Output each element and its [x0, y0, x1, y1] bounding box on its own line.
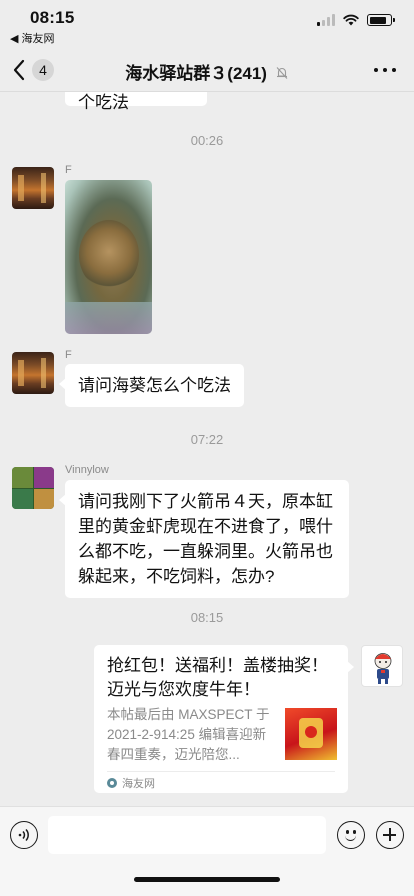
signal-icon: [317, 14, 335, 26]
message-bubble-partial[interactable]: 请问海葵怎么个吃法: [65, 92, 207, 112]
link-card-description: 本帖最后由 MAXSPECT 于 2021-2-914:25 编辑喜迎新春四重奏…: [107, 707, 270, 762]
chat-header: 4 海水驿站群３(241): [0, 48, 414, 92]
link-card-message[interactable]: 抢红包！送福利！盖楼抽奖！迈光与您欢度牛年！ 本帖最后由 MAXSPECT 于 …: [94, 645, 354, 793]
plus-icon[interactable]: [376, 821, 404, 849]
message-bubble[interactable]: 请问我刚下了火箭吊４天，原本缸里的黄金虾虎现在不进食了，喂什么都不吃，一直躲洞里…: [59, 480, 349, 598]
chat-title: 海水驿站群３(241): [125, 64, 267, 83]
avatar-f[interactable]: [12, 352, 54, 394]
status-icons: [317, 14, 395, 26]
link-card-source: 海友网: [107, 775, 155, 791]
photo-icon: [79, 220, 139, 290]
home-indicator[interactable]: [134, 877, 280, 882]
back-to-app-link[interactable]: ◀ 海友网: [10, 30, 55, 46]
timestamp: 00:26: [190, 133, 224, 148]
status-time: 08:15: [30, 8, 75, 27]
source-app-icon: [107, 778, 117, 788]
link-card-thumbnail: [285, 708, 337, 760]
sender-name: F: [65, 349, 72, 361]
more-icon[interactable]: [374, 62, 396, 78]
battery-icon: [367, 14, 395, 26]
voice-button[interactable]: [10, 821, 38, 849]
avatar-vinnylow[interactable]: [12, 467, 54, 509]
message-bubble[interactable]: 请问海葵怎么个吃法: [59, 364, 244, 407]
message-input[interactable]: [48, 816, 326, 854]
avatar-f[interactable]: [12, 167, 54, 209]
status-bar: 08:15 ◀ 海友网: [0, 0, 414, 48]
mute-bell-icon: [276, 67, 288, 79]
image-message[interactable]: [65, 180, 152, 334]
voice-icon: [18, 828, 29, 842]
sender-name: Vinnylow: [65, 464, 109, 476]
chat-title-wrap[interactable]: 海水驿站群３(241): [0, 59, 414, 84]
input-bar: [0, 806, 414, 896]
timestamp: 07:22: [190, 432, 224, 447]
chat-message-list[interactable]: 请问海葵怎么个吃法 00:26 F F 请问海葵怎么个吃法 07:22 Vinn…: [0, 92, 414, 806]
link-card-title: 抢红包！送福利！盖楼抽奖！迈光与您欢度牛年！: [107, 656, 328, 699]
wifi-icon: [343, 14, 359, 26]
divider: [107, 771, 335, 772]
emoji-icon[interactable]: [337, 821, 365, 849]
mascot-icon: [374, 653, 392, 684]
timestamp: 08:15: [190, 610, 224, 625]
sender-name: F: [65, 164, 72, 176]
avatar-self[interactable]: [361, 645, 403, 687]
